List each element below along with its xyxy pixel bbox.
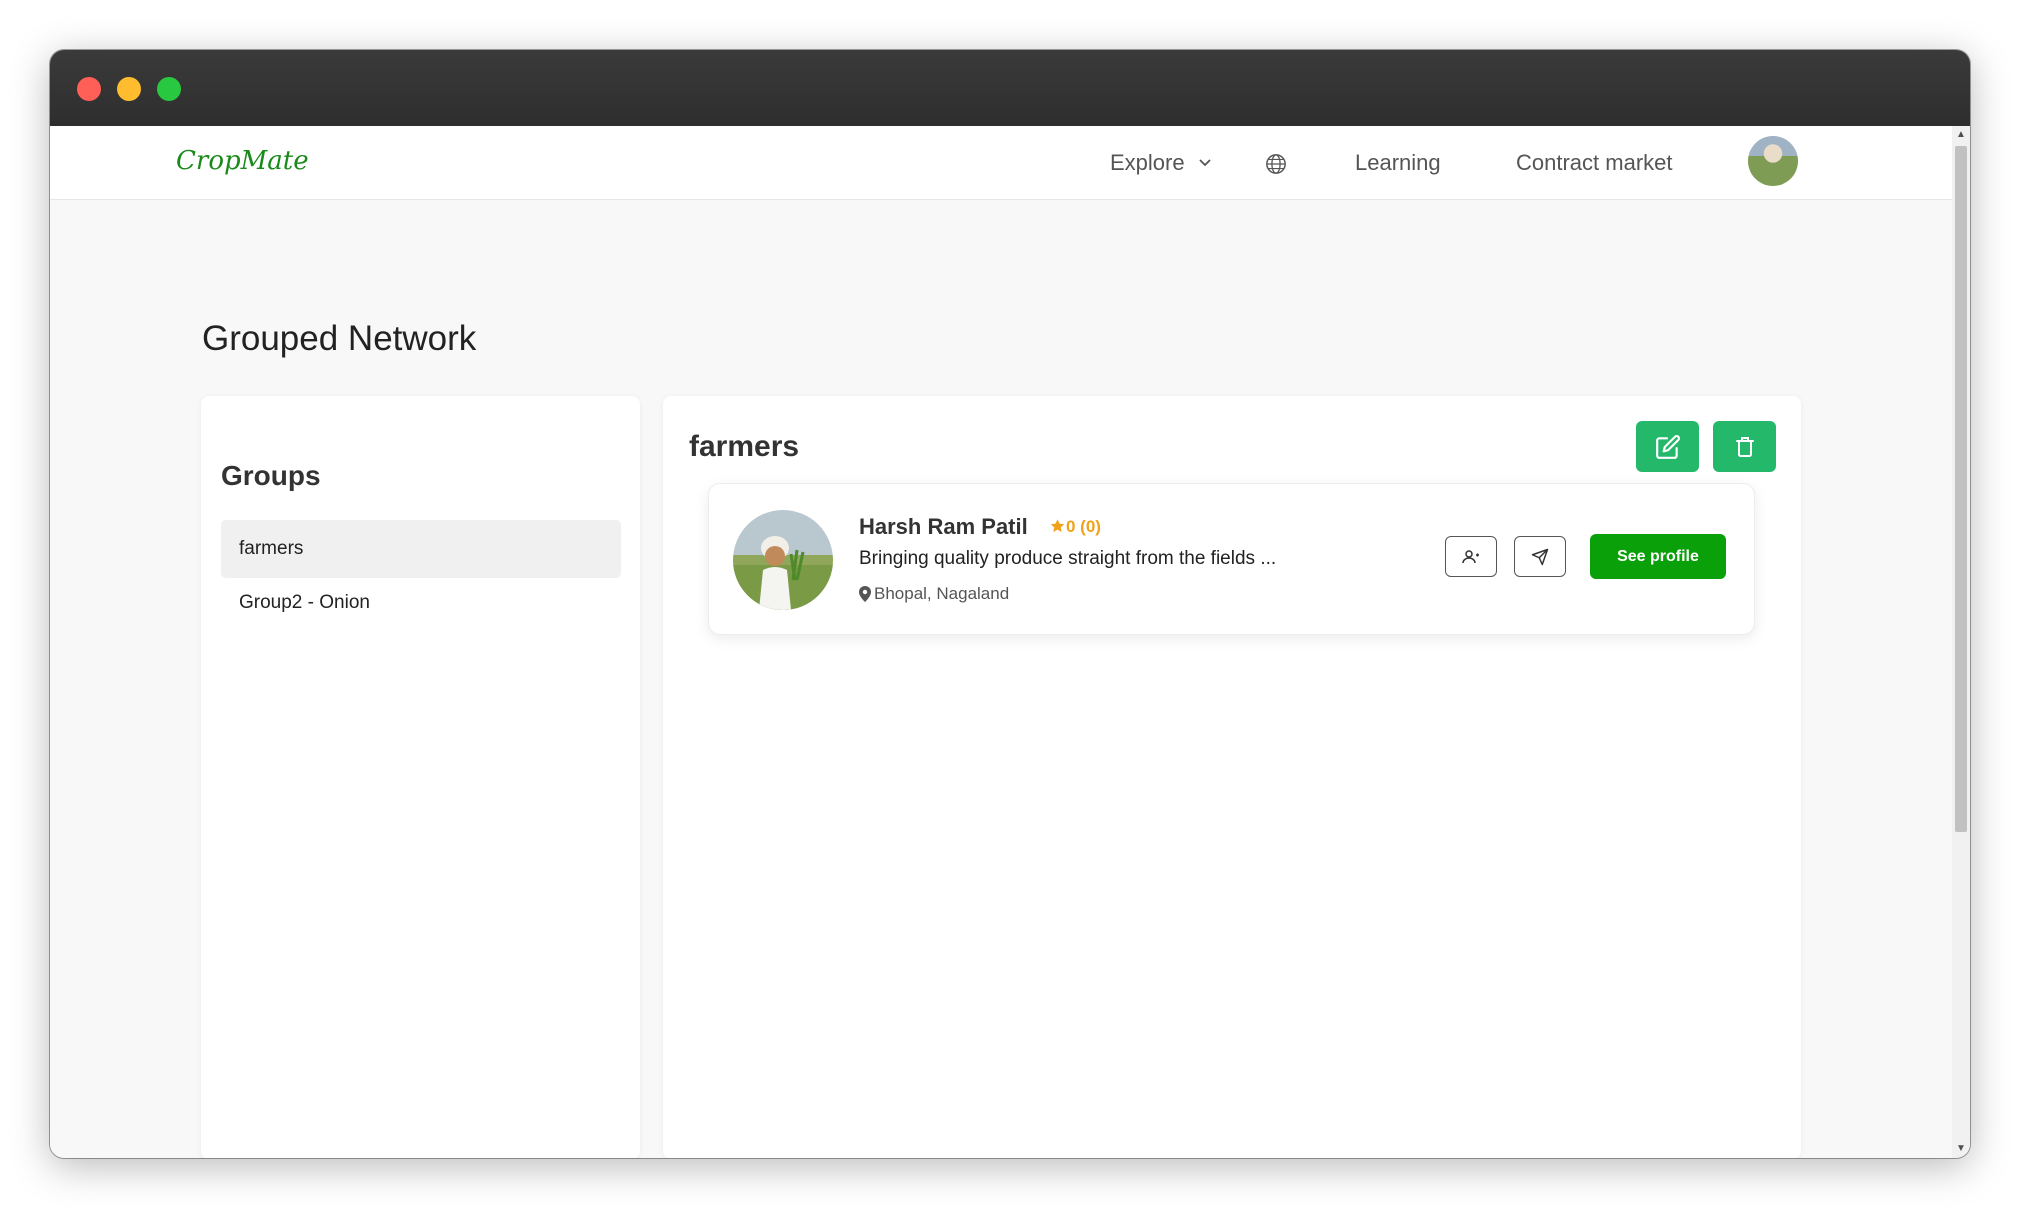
member-location: Bhopal, Nagaland — [859, 584, 1009, 604]
member-rating-value: 0 (0) — [1066, 517, 1101, 536]
groups-heading: Groups — [221, 460, 321, 491]
scroll-up-arrow-icon[interactable]: ▲ — [1952, 126, 1970, 144]
member-avatar — [733, 510, 833, 610]
trash-icon — [1735, 436, 1754, 457]
group-item-farmers[interactable]: farmers — [221, 520, 621, 578]
scrollbar-thumb[interactable] — [1955, 146, 1967, 832]
edit-group-button[interactable] — [1636, 421, 1699, 472]
chevron-down-icon — [1198, 159, 1211, 167]
page-title: Grouped Network — [202, 319, 477, 358]
group-detail-panel: farmers Harsh Ram Patil 0 (0) Bringing q… — [663, 396, 1801, 1158]
see-profile-button[interactable]: See profile — [1590, 534, 1726, 579]
member-card: Harsh Ram Patil 0 (0) Bringing quality p… — [708, 483, 1755, 635]
globe-icon[interactable] — [1265, 153, 1287, 175]
member-bio: Bringing quality produce straight from t… — [859, 548, 1277, 569]
scroll-down-arrow-icon[interactable]: ▼ — [1952, 1140, 1970, 1158]
member-name[interactable]: Harsh Ram Patil — [859, 514, 1028, 540]
user-add-icon — [1462, 549, 1479, 563]
send-icon — [1531, 548, 1549, 565]
explore-menu[interactable]: Explore — [1110, 150, 1211, 176]
vertical-scrollbar[interactable]: ▲ ▼ — [1952, 126, 1970, 1158]
page-content: CropMate Explore Learning Contract marke… — [50, 126, 1952, 1158]
maximize-window-button[interactable] — [157, 77, 181, 101]
minimize-window-button[interactable] — [117, 77, 141, 101]
edit-icon — [1655, 434, 1680, 459]
user-avatar[interactable] — [1748, 136, 1798, 186]
nav-link-contract-market[interactable]: Contract market — [1516, 150, 1673, 176]
cropmate-logo[interactable]: CropMate — [176, 146, 309, 176]
browser-window: CropMate Explore Learning Contract marke… — [50, 50, 1970, 1158]
window-titlebar — [50, 50, 1970, 126]
add-contact-button[interactable] — [1445, 536, 1497, 577]
map-pin-icon — [859, 586, 871, 602]
member-location-text: Bhopal, Nagaland — [874, 584, 1010, 603]
nav-link-learning[interactable]: Learning — [1355, 150, 1441, 176]
group-item-group2-onion[interactable]: Group2 - Onion — [221, 574, 621, 632]
group-title: farmers — [689, 430, 800, 463]
star-icon — [1050, 519, 1065, 533]
close-window-button[interactable] — [77, 77, 101, 101]
groups-sidebar: Groups farmers Group2 - Onion — [201, 396, 640, 1158]
send-message-button[interactable] — [1514, 536, 1566, 577]
explore-label: Explore — [1110, 150, 1185, 175]
member-rating: 0 (0) — [1049, 517, 1101, 537]
top-navbar: CropMate Explore Learning Contract marke… — [50, 126, 1952, 200]
delete-group-button[interactable] — [1713, 421, 1776, 472]
